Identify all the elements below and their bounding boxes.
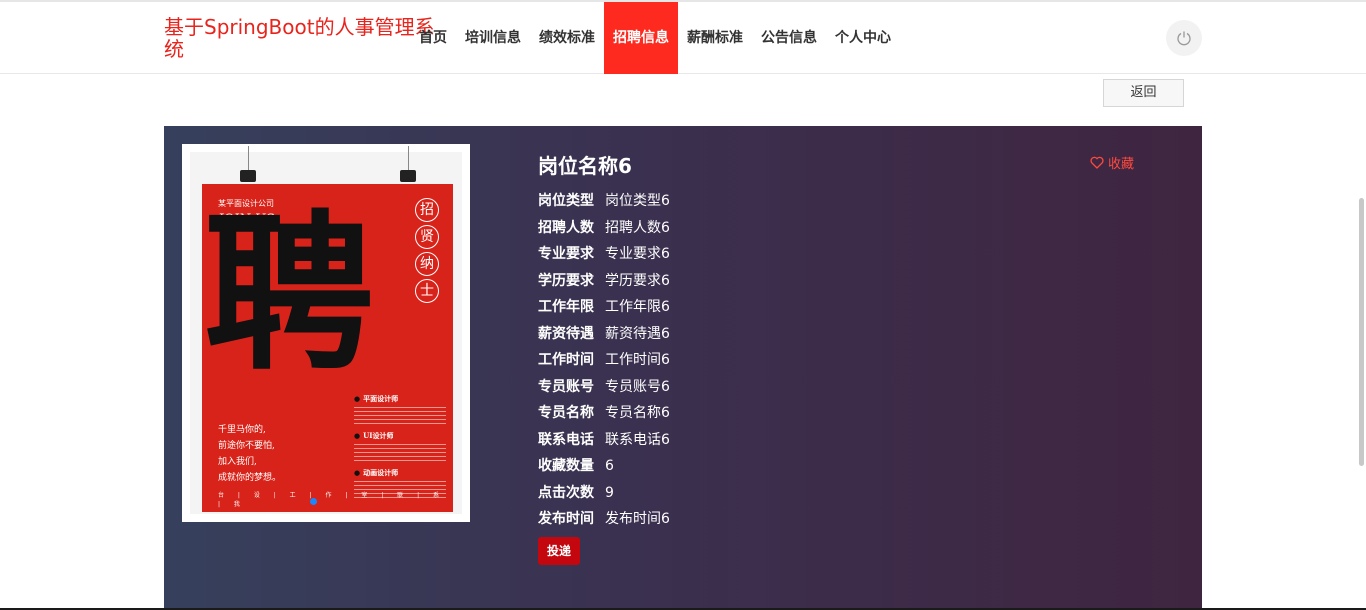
field-label: 工作时间 bbox=[538, 352, 594, 368]
field-label: 招聘人数 bbox=[538, 219, 594, 236]
field-label: 收藏数量 bbox=[538, 458, 594, 474]
field-row: 联系电话 联系电话6 bbox=[538, 427, 670, 454]
nav-item-notice[interactable]: 公告信息 bbox=[752, 2, 826, 74]
poster-char: 士 bbox=[415, 279, 439, 303]
job-detail-panel: 某平面设计公司 JOIN US 招 贤 纳 士 聘 千里马你的, 前途你不要怕,… bbox=[164, 126, 1202, 610]
nav-item-profile[interactable]: 个人中心 bbox=[826, 2, 900, 74]
field-value: 招聘人数6 bbox=[605, 219, 670, 236]
slogan-line: 千里马你的, bbox=[218, 425, 266, 435]
heart-icon bbox=[1090, 156, 1104, 169]
field-row: 收藏数量 6 bbox=[538, 453, 670, 480]
field-label: 专员账号 bbox=[538, 378, 594, 395]
slogan-line: 前途你不要怕, bbox=[218, 441, 275, 451]
field-value: 岗位类型6 bbox=[605, 193, 670, 209]
field-value: 发布时间6 bbox=[605, 511, 670, 527]
favorite-label: 收藏 bbox=[1108, 157, 1135, 172]
field-row: 专员名称 专员名称6 bbox=[538, 400, 670, 427]
nav-item-recruitment[interactable]: 招聘信息 bbox=[604, 2, 678, 74]
field-row: 专员账号 专员账号6 bbox=[538, 374, 670, 401]
field-row: 工作时间 工作时间6 bbox=[538, 347, 670, 374]
poster-job-title: UI设计师 bbox=[354, 431, 446, 441]
field-value: 6 bbox=[605, 458, 614, 474]
field-row: 工作年限 工作年限6 bbox=[538, 294, 670, 321]
poster-char: 招 bbox=[415, 198, 439, 222]
poster-char: 纳 bbox=[415, 252, 439, 276]
field-value: 9 bbox=[605, 484, 614, 501]
field-row: 薪资待遇 薪资待遇6 bbox=[538, 321, 670, 348]
poster-image: 某平面设计公司 JOIN US 招 贤 纳 士 聘 千里马你的, 前途你不要怕,… bbox=[182, 144, 470, 522]
field-value: 工作时间6 bbox=[605, 352, 670, 368]
field-row: 发布时间 发布时间6 bbox=[538, 506, 670, 533]
field-label: 薪资待遇 bbox=[538, 325, 594, 342]
field-value: 薪资待遇6 bbox=[605, 325, 670, 342]
field-value: 专员名称6 bbox=[605, 405, 670, 421]
power-icon bbox=[1177, 31, 1191, 46]
binder-clip bbox=[400, 170, 416, 182]
job-title: 岗位名称6 bbox=[538, 154, 632, 178]
recruit-poster: 某平面设计公司 JOIN US 招 贤 纳 士 聘 千里马你的, 前途你不要怕,… bbox=[202, 184, 453, 512]
back-button[interactable]: 返回 bbox=[1103, 79, 1184, 107]
nav-item-salary[interactable]: 薪酬标准 bbox=[678, 2, 752, 74]
field-row: 学历要求 学历要求6 bbox=[538, 268, 670, 295]
field-value: 专员账号6 bbox=[605, 378, 670, 395]
poster-job-title: 平面设计师 bbox=[354, 394, 446, 404]
poster-slogan: 千里马你的, 前途你不要怕, 加入我们, 成就你的梦想。 bbox=[218, 422, 281, 486]
header: 基于SpringBoot的人事管理系统 首页 培训信息 绩效标准 招聘信息 薪酬… bbox=[0, 2, 1366, 74]
carousel-indicator[interactable] bbox=[310, 498, 317, 505]
field-label: 工作年限 bbox=[538, 299, 594, 315]
field-label: 发布时间 bbox=[538, 511, 594, 527]
scrollbar[interactable] bbox=[1359, 198, 1364, 466]
slogan-line: 加入我们, bbox=[218, 457, 257, 467]
field-row: 点击次数 9 bbox=[538, 480, 670, 507]
nav-item-home[interactable]: 首页 bbox=[410, 2, 456, 74]
main-nav: 首页 培训信息 绩效标准 招聘信息 薪酬标准 公告信息 个人中心 bbox=[410, 2, 900, 74]
field-label: 岗位类型 bbox=[538, 193, 594, 209]
poster-jobs: 平面设计师 UI设计师 动画设计师 bbox=[354, 388, 446, 499]
slogan-line: 成就你的梦想。 bbox=[218, 473, 282, 483]
field-row: 专业要求 专业要求6 bbox=[538, 241, 670, 268]
logout-button[interactable] bbox=[1166, 20, 1202, 56]
field-label: 专业要求 bbox=[538, 246, 594, 262]
nav-item-training[interactable]: 培训信息 bbox=[456, 2, 530, 74]
field-value: 联系电话6 bbox=[605, 431, 670, 448]
field-label: 专员名称 bbox=[538, 405, 594, 421]
field-row: 招聘人数 招聘人数6 bbox=[538, 215, 670, 242]
field-label: 学历要求 bbox=[538, 272, 594, 289]
binder-clip bbox=[240, 170, 256, 182]
poster-char: 贤 bbox=[415, 225, 439, 249]
field-label: 联系电话 bbox=[538, 431, 594, 448]
apply-button[interactable]: 投递 bbox=[538, 537, 580, 565]
poster-footer: 台 | 设 | 工 | 作 | 室 | 联 | 系 | 我 bbox=[218, 492, 446, 508]
poster-vertical-text: 招 贤 纳 士 bbox=[415, 198, 439, 303]
poster-job-title: 动画设计师 bbox=[354, 468, 446, 478]
poster-big-char: 聘 bbox=[204, 194, 375, 394]
field-value: 学历要求6 bbox=[605, 272, 670, 289]
field-value: 工作年限6 bbox=[605, 299, 670, 315]
field-value: 专业要求6 bbox=[605, 246, 670, 262]
poster-job-text bbox=[354, 444, 446, 462]
poster-job-text bbox=[354, 407, 446, 425]
nav-item-performance[interactable]: 绩效标准 bbox=[530, 2, 604, 74]
favorite-button[interactable]: 收藏 bbox=[1090, 153, 1134, 172]
field-row: 岗位类型 岗位类型6 bbox=[538, 188, 670, 215]
job-fields: 岗位类型 岗位类型6 招聘人数 招聘人数6 专业要求 专业要求6 学历要求 学历要求6 … bbox=[538, 188, 670, 533]
field-label: 点击次数 bbox=[538, 484, 594, 501]
